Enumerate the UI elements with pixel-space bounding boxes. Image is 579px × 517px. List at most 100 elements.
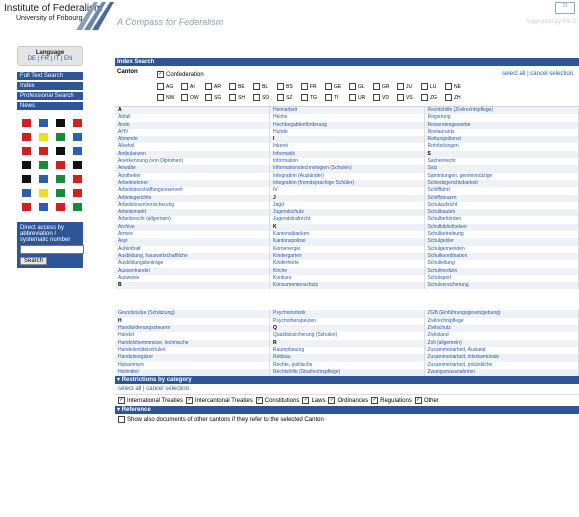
index-term-link[interactable]: Rechte, politische — [269, 361, 425, 369]
canton-option[interactable]: SH — [229, 94, 253, 101]
index-term-link[interactable]: Hochbegabtenförderung — [269, 121, 425, 129]
index-term-link[interactable]: Aufenthalt — [115, 245, 270, 253]
canton-option[interactable]: GL — [349, 83, 373, 90]
canton-flag-icon[interactable] — [73, 189, 82, 197]
index-term-link[interactable]: Armee — [115, 231, 270, 239]
index-term-link[interactable]: Ambulanzen — [115, 150, 270, 159]
index-term-link[interactable]: Anerkennung (von Diplomen) — [115, 158, 270, 166]
index-term-link[interactable]: Jugendschutz — [269, 209, 425, 217]
index-term-link[interactable]: Arbeitsrecht (allgemein) — [115, 216, 270, 224]
index-term-link[interactable]: Kindergarten — [269, 252, 425, 261]
canton-option[interactable]: AR — [205, 83, 229, 90]
canton-option[interactable]: NE — [445, 83, 469, 90]
index-term-link[interactable]: Alkohol — [115, 143, 270, 151]
canton-checkbox[interactable] — [397, 94, 404, 101]
index-term-link[interactable]: Archive — [115, 223, 270, 232]
index-term-link[interactable]: Salz — [424, 165, 579, 173]
canton-flag-icon[interactable] — [56, 119, 65, 127]
index-term-link[interactable]: Integration (fremdsprachige Schüler) — [269, 179, 425, 188]
index-term-link[interactable]: Schulbehörden — [424, 216, 579, 224]
professional-search-button[interactable]: Professional Search — [17, 92, 83, 100]
index-term-link[interactable]: Grundstücke (Schätzung) — [115, 310, 270, 318]
canton-checkbox[interactable] — [445, 83, 452, 90]
canton-checkbox[interactable] — [229, 94, 236, 101]
index-term-link[interactable]: Information — [269, 158, 425, 166]
index-term-link[interactable]: Psychomotorik — [269, 310, 425, 318]
index-term-link[interactable]: Arbeitsgerichte — [115, 194, 270, 202]
restriction-option[interactable]: ✓ Intercantonal Treaties — [186, 397, 253, 404]
confederation-option[interactable]: ✓ Confederation — [157, 71, 204, 78]
canton-flag-icon[interactable] — [22, 147, 31, 155]
canton-flag-icon[interactable] — [73, 147, 82, 155]
canton-checkbox[interactable] — [181, 83, 188, 90]
reference-option[interactable]: Show also documents of other cantons if … — [115, 414, 579, 425]
canton-checkbox[interactable] — [157, 94, 164, 101]
index-term-link[interactable]: Schulversicherung — [424, 282, 579, 290]
canton-flag-icon[interactable] — [22, 161, 31, 169]
canton-flag-icon[interactable] — [22, 189, 31, 197]
index-term-link[interactable]: Sammlungen, gemeinnützige — [424, 172, 579, 180]
restriction-option[interactable]: ✓ Constitutions — [255, 397, 299, 404]
index-term-link[interactable]: Handelshemmnisse, technische — [115, 339, 270, 347]
restrictions-select-all[interactable]: select all | cancel selection — [115, 384, 579, 396]
canton-option[interactable]: BE — [229, 83, 253, 90]
canton-flag-icon[interactable] — [73, 119, 82, 127]
restriction-option[interactable]: ✓ Regulations — [371, 397, 412, 404]
index-term-link[interactable]: Schulkoordination — [424, 252, 579, 261]
index-term-link[interactable]: Kantonspolizei — [269, 238, 425, 246]
canton-flag-icon[interactable] — [39, 161, 48, 169]
canton-flag-icon[interactable] — [39, 133, 48, 141]
canton-flag-icon[interactable] — [56, 133, 65, 141]
index-term-link[interactable]: Arbeitslosenversicherung — [115, 201, 270, 210]
restriction-option[interactable]: ✓ Other — [414, 397, 439, 404]
canton-option[interactable]: AG — [157, 83, 181, 90]
canton-option[interactable]: ZH — [445, 94, 469, 101]
canton-checkbox[interactable] — [205, 83, 212, 90]
index-term-link[interactable]: Schulaufsicht — [424, 201, 579, 210]
index-term-link[interactable]: Rettungsdienst — [424, 136, 579, 144]
index-term-link[interactable]: Handel — [115, 332, 270, 340]
index-term-link[interactable]: IV — [269, 187, 425, 195]
index-term-link[interactable]: Kantonalbanken — [269, 231, 425, 239]
index-term-link[interactable]: Informatik — [269, 150, 425, 159]
confederation-checkbox[interactable]: ✓ — [157, 71, 164, 78]
index-term-link[interactable]: Aussenhandel — [115, 267, 270, 275]
canton-flag-icon[interactable] — [22, 203, 31, 211]
index-term-link[interactable]: Schiffsteuern — [424, 194, 579, 202]
canton-checkbox[interactable] — [253, 83, 260, 90]
canton-checkbox[interactable] — [421, 94, 428, 101]
index-term-link[interactable]: Zusammenarbeit, polizeiliche — [424, 361, 579, 369]
canton-option[interactable]: OW — [181, 94, 205, 101]
restriction-option[interactable]: ✓ Laws — [302, 397, 325, 404]
index-term-link[interactable]: Kernenergie — [269, 245, 425, 253]
index-term-link[interactable]: Handelsmittelschulen — [115, 346, 270, 355]
canton-checkbox[interactable] — [373, 94, 380, 101]
index-term-link[interactable]: Kirche — [269, 267, 425, 275]
index-term-link[interactable]: Qualitätssicherung (Schulen) — [269, 332, 425, 340]
canton-checkbox[interactable] — [325, 94, 332, 101]
canton-option[interactable]: LU — [421, 83, 445, 90]
canton-flag-icon[interactable] — [56, 161, 65, 169]
canton-checkbox[interactable] — [373, 83, 380, 90]
canton-checkbox[interactable] — [157, 83, 164, 90]
canton-flag-icon[interactable] — [56, 203, 65, 211]
canton-flag-icon[interactable] — [39, 119, 48, 127]
canton-checkbox[interactable] — [253, 94, 260, 101]
index-term-link[interactable]: Apotheker — [115, 172, 270, 180]
canton-option[interactable]: BS — [277, 83, 301, 90]
canton-flag-icon[interactable] — [56, 147, 65, 155]
index-term-link[interactable]: Hebammen — [115, 361, 270, 369]
canton-option[interactable]: GR — [373, 83, 397, 90]
canton-option[interactable]: JU — [397, 83, 421, 90]
canton-checkbox[interactable] — [277, 83, 284, 90]
index-term-link[interactable]: Hunde — [269, 128, 425, 137]
index-term-link[interactable]: Heimarbeit — [269, 107, 425, 115]
direct-search-button[interactable]: Search — [20, 257, 48, 265]
canton-checkbox[interactable] — [277, 94, 284, 101]
restrictions-select-all-link[interactable]: select all | cancel selection — [118, 386, 189, 392]
index-term-link[interactable]: Jugendstrafrecht — [269, 216, 425, 224]
canton-option[interactable]: VS — [397, 94, 421, 101]
canton-checkbox[interactable] — [301, 94, 308, 101]
index-term-link[interactable]: Jagd — [269, 201, 425, 210]
canton-flag-icon[interactable] — [39, 147, 48, 155]
